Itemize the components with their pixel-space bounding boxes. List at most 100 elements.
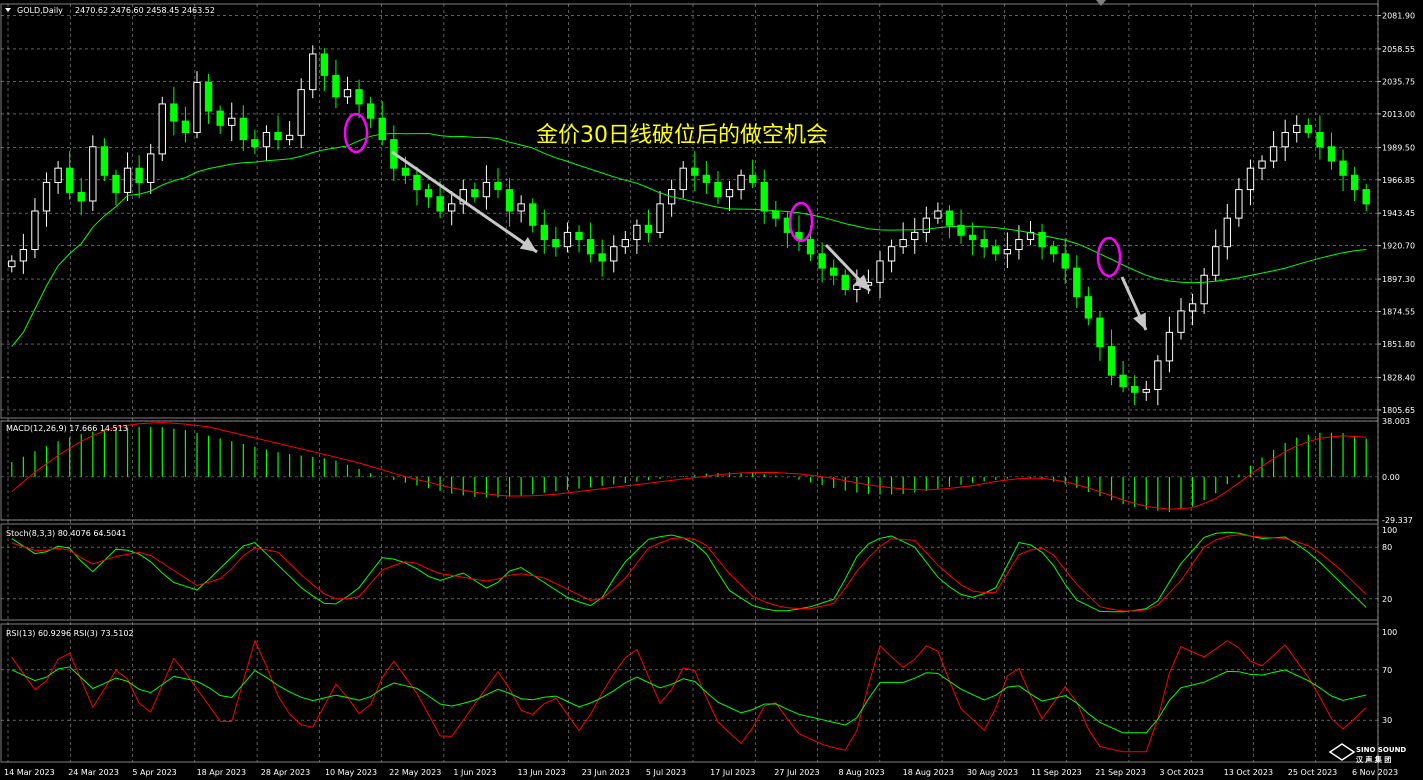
rsi-panel[interactable] <box>11 639 1367 753</box>
candle-bull <box>89 146 97 202</box>
y-tick-label: 1874.55 <box>1382 308 1415 317</box>
candle-bull <box>1258 160 1266 169</box>
candle-bull <box>297 89 305 136</box>
ma-line <box>11 132 1367 347</box>
x-tick-label: 18 Apr 2023 <box>197 768 246 777</box>
stoch-title: Stoch(8,3,3) 80.4076 64.5041 <box>6 529 126 538</box>
candle-bear <box>575 231 583 241</box>
candle-bull <box>482 181 491 198</box>
grid <box>0 0 1379 780</box>
y-tick-label: 1828.40 <box>1382 373 1415 382</box>
candle-bear <box>170 103 178 122</box>
candle-bull <box>147 153 155 183</box>
x-tick-label: 21 Sep 2023 <box>1095 768 1146 777</box>
candle-bull <box>679 167 687 191</box>
candle-bear <box>980 239 988 248</box>
candle-bear <box>992 246 1000 255</box>
candle-bull <box>1142 388 1150 393</box>
price-panel[interactable] <box>8 45 1370 406</box>
x-tick-label: 25 Oct 2023 <box>1288 768 1337 777</box>
rsi-title: RSI(13) 60.9296 RSI(3) 73.5102 <box>6 629 134 638</box>
candle-bull <box>31 210 39 251</box>
candle-bull <box>448 203 456 212</box>
candle-bear <box>540 224 548 241</box>
y-tick-label: 100 <box>1382 628 1397 637</box>
candle-bear <box>772 210 780 219</box>
candle-bear <box>818 253 826 269</box>
y-tick-label: 1851.80 <box>1382 340 1415 349</box>
candle-bull <box>123 167 132 193</box>
candle-bull <box>656 203 664 233</box>
x-tick-label: 5 Apr 2023 <box>132 768 176 777</box>
x-tick-label: 22 May 2023 <box>389 768 441 777</box>
dropdown-arrow-icon <box>5 8 11 12</box>
y-tick-label: 2035.75 <box>1382 77 1415 86</box>
candle-bull <box>42 181 51 212</box>
candle-bull <box>8 260 16 268</box>
x-tick-label: 24 Mar 2023 <box>68 768 119 777</box>
logo-subtext: 汉 声 集 团 <box>1356 755 1391 764</box>
candle-bear <box>841 274 849 291</box>
candle-bear <box>760 181 768 212</box>
candle-bear <box>1061 253 1069 269</box>
candle-bull <box>1003 249 1012 255</box>
candle-bear <box>1073 267 1081 298</box>
macd-panel[interactable] <box>11 422 1367 513</box>
x-tick-label: 17 Jul 2023 <box>710 768 755 777</box>
y-tick-label: 1920.70 <box>1382 242 1415 251</box>
x-tick-label: 13 Oct 2023 <box>1224 768 1273 777</box>
candle-bear <box>112 174 120 193</box>
x-tick-label: 5 Jul 2023 <box>646 768 686 777</box>
symbol-label: GOLD,Daily <box>17 6 63 15</box>
candle-bear <box>494 181 502 191</box>
candle-bull <box>1246 167 1255 191</box>
candle-bear <box>806 239 815 255</box>
overlay: GOLD,Daily 2470.62 2476.60 2458.45 2463.5… <box>5 0 1406 764</box>
y-tick-label: 1966.85 <box>1382 176 1415 185</box>
candle-bull <box>193 82 201 133</box>
candle-bear <box>77 191 85 202</box>
x-tick-label: 1 Jun 2023 <box>453 768 496 777</box>
y-tick-label: 1897.30 <box>1382 275 1415 284</box>
candle-bear <box>366 103 375 119</box>
x-tick-label: 10 May 2023 <box>325 768 377 777</box>
shift-marker-icon <box>1096 0 1106 6</box>
candle-bear <box>1084 296 1093 319</box>
highlight-ellipse <box>1096 236 1122 278</box>
candle-bull <box>1235 189 1243 219</box>
candle-bear <box>181 120 190 133</box>
stochastic-panel[interactable] <box>11 531 1367 613</box>
candle-bear <box>424 189 433 198</box>
candle-bear <box>1304 124 1313 133</box>
x-tick-label: 6 Nov 2023 <box>1352 768 1398 777</box>
y-tick-label: 20 <box>1382 595 1392 604</box>
candle-bear <box>830 267 838 276</box>
candle-bull <box>934 210 942 219</box>
rsi-line <box>11 639 1367 753</box>
candle-bear <box>1362 189 1370 205</box>
candle-bear <box>274 131 282 141</box>
candle-bull <box>1165 331 1174 362</box>
trading-chart[interactable]: 14 Mar 2023 24 Mar 2023 5 Apr 2023 18 Apr 2… <box>0 0 1423 780</box>
candle-bull <box>911 231 919 241</box>
candle-bull <box>54 167 62 183</box>
y-tick-label: 30 <box>1382 716 1392 725</box>
rsi-frame <box>0 623 1379 763</box>
candle-bear <box>748 174 757 183</box>
candle-bull <box>262 131 271 148</box>
candle-bull <box>1281 131 1289 148</box>
candle-bear <box>529 203 537 226</box>
candle-bull <box>1015 239 1023 251</box>
macd-signal-line <box>11 422 1367 510</box>
candle-bull <box>343 89 352 98</box>
candle-bear <box>1049 246 1058 255</box>
candle-bull <box>1293 124 1301 133</box>
candle-bull <box>737 174 745 191</box>
candle-bear <box>1119 374 1127 388</box>
highlight-ellipse <box>343 112 369 154</box>
candle-bear <box>1096 317 1104 348</box>
ohlc-readout: 2470.62 2476.60 2458.45 2463.52 <box>75 6 215 15</box>
candle-bull <box>517 203 525 212</box>
y-tick-label: 80 <box>1382 543 1392 552</box>
candle-bear <box>332 74 340 98</box>
